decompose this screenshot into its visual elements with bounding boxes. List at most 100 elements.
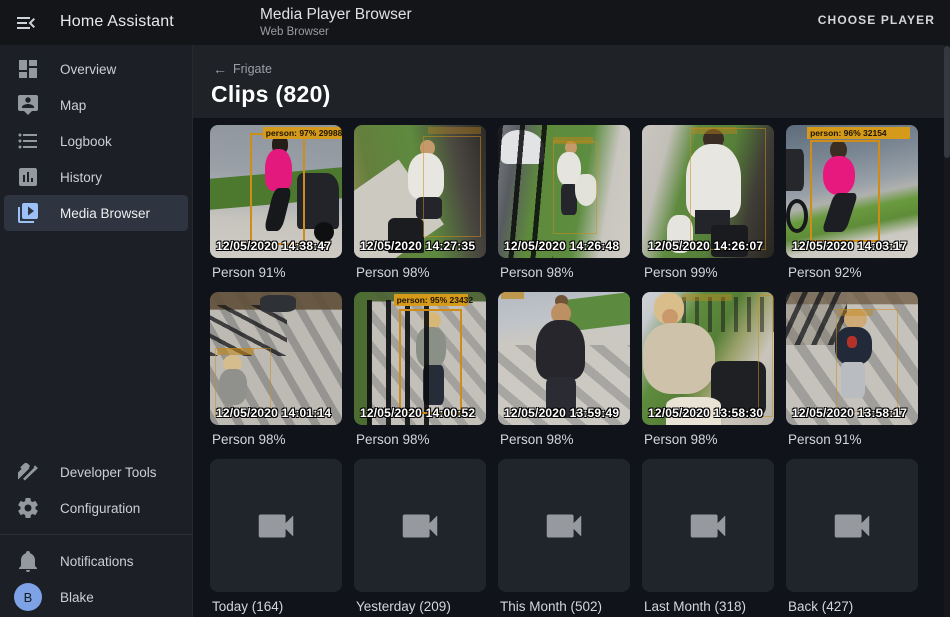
sidebar: Overview Map Logbook History Media Brows…	[0, 45, 193, 617]
clip-thumbnail[interactable]: 12/05/2020 14:26:48	[498, 125, 630, 258]
folder-yesterday[interactable]	[354, 459, 486, 592]
folder-row: Today (164) Yesterday (209) This Month (…	[210, 459, 918, 617]
bell-icon	[16, 549, 40, 573]
chart-icon	[16, 165, 40, 189]
clips-grid: person: 97% 29988 12/05/2020 14:38:47 Pe…	[193, 118, 950, 617]
clip-card: 12/05/2020 14:01:14 Person 98%	[210, 292, 342, 459]
clip-timestamp: 12/05/2020 14:03:17	[792, 239, 907, 253]
clip-thumbnail[interactable]: 12/05/2020 13:59:49	[498, 292, 630, 425]
folder-today[interactable]	[210, 459, 342, 592]
choose-player-button[interactable]: CHOOSE PLAYER	[818, 13, 935, 27]
app-title: Home Assistant	[60, 13, 174, 31]
clip-thumbnail[interactable]: 12/05/2020 13:58:17	[786, 292, 918, 425]
sidebar-item-map[interactable]: Map	[4, 87, 188, 123]
clip-thumbnail[interactable]: person: 97% 29988 12/05/2020 14:38:47	[210, 125, 342, 258]
folder-label: Yesterday (209)	[356, 599, 486, 617]
clip-thumbnail[interactable]: 12/05/2020 13:58:30	[642, 292, 774, 425]
clip-card: person: 95% 23432 12/05/2020 14:00:52 Pe…	[354, 292, 486, 459]
content-header: ← Frigate Clips (820)	[193, 45, 950, 118]
folder-label: Today (164)	[212, 599, 342, 617]
list-icon	[16, 129, 40, 153]
clip-timestamp: 12/05/2020 13:58:30	[648, 406, 763, 420]
folder-card: This Month (502)	[498, 459, 630, 617]
sidebar-item-notifications[interactable]: Notifications	[4, 543, 188, 579]
clip-card: 12/05/2020 13:59:49 Person 98%	[498, 292, 630, 459]
detection-label: person: 97% 29988	[263, 127, 342, 139]
clip-caption: Person 99%	[644, 265, 774, 284]
scrollbar[interactable]	[944, 45, 950, 617]
clip-card: 12/05/2020 13:58:17 Person 91%	[786, 292, 918, 459]
sidebar-item-logbook[interactable]: Logbook	[4, 123, 188, 159]
back-arrow-icon: ←	[213, 62, 227, 76]
page-title: Clips (820)	[211, 81, 331, 108]
clip-timestamp: 12/05/2020 14:27:35	[360, 239, 475, 253]
video-camera-icon	[829, 503, 875, 549]
sidebar-item-user[interactable]: B Blake	[4, 579, 188, 615]
detection-label: person: 96% 32154	[807, 127, 910, 139]
folder-card: Back (427)	[786, 459, 918, 617]
clip-thumbnail[interactable]: 12/05/2020 14:26:07	[642, 125, 774, 258]
clip-card: 12/05/2020 14:26:07 Person 99%	[642, 125, 774, 292]
clip-caption: Person 92%	[788, 265, 918, 284]
clip-timestamp: 12/05/2020 13:58:17	[792, 406, 907, 420]
clip-thumbnail[interactable]: 12/05/2020 14:27:35	[354, 125, 486, 258]
video-camera-icon	[541, 503, 587, 549]
dashboard-icon	[16, 57, 40, 81]
clip-timestamp: 12/05/2020 14:26:07	[648, 239, 763, 253]
folder-card: Yesterday (209)	[354, 459, 486, 617]
sidebar-item-history[interactable]: History	[4, 159, 188, 195]
clip-timestamp: 12/05/2020 14:00:52	[360, 406, 475, 420]
clip-row-1: person: 97% 29988 12/05/2020 14:38:47 Pe…	[210, 125, 918, 292]
clip-thumbnail[interactable]: person: 95% 23432 12/05/2020 14:00:52	[354, 292, 486, 425]
folder-card: Last Month (318)	[642, 459, 774, 617]
detection-label: person: 95% 23432	[394, 294, 468, 306]
clip-caption: Person 91%	[788, 432, 918, 451]
clip-timestamp: 12/05/2020 13:59:49	[504, 406, 619, 420]
video-camera-icon	[253, 503, 299, 549]
map-account-icon	[16, 93, 40, 117]
folder-last-month[interactable]	[642, 459, 774, 592]
app-header: Home Assistant Media Player Browser Web …	[0, 0, 950, 45]
sidebar-divider	[0, 534, 192, 535]
folder-card: Today (164)	[210, 459, 342, 617]
sidebar-item-overview[interactable]: Overview	[4, 51, 188, 87]
folder-label: This Month (502)	[500, 599, 630, 617]
sidebar-item-developer-tools[interactable]: Developer Tools	[4, 454, 188, 490]
page-header-title: Media Player Browser	[260, 6, 412, 24]
hammer-icon	[16, 460, 40, 484]
user-avatar: B	[14, 583, 42, 611]
scrollbar-thumb[interactable]	[944, 46, 950, 158]
clip-card: 12/05/2020 14:27:35 Person 98%	[354, 125, 486, 292]
gear-icon	[16, 496, 40, 520]
clip-caption: Person 91%	[212, 265, 342, 284]
clip-timestamp: 12/05/2020 14:38:47	[216, 239, 331, 253]
home-assistant-window: Home Assistant Media Player Browser Web …	[0, 0, 950, 617]
play-box-multiple-icon	[16, 201, 40, 225]
folder-label: Last Month (318)	[644, 599, 774, 617]
folder-label: Back (427)	[788, 599, 918, 617]
sidebar-item-configuration[interactable]: Configuration	[4, 490, 188, 526]
clip-thumbnail[interactable]: 12/05/2020 14:01:14	[210, 292, 342, 425]
clip-timestamp: 12/05/2020 14:26:48	[504, 239, 619, 253]
clip-card: 12/05/2020 14:26:48 Person 98%	[498, 125, 630, 292]
clip-timestamp: 12/05/2020 14:01:14	[216, 406, 331, 420]
clip-caption: Person 98%	[356, 432, 486, 451]
clip-card: person: 96% 32154 12/05/2020 14:03:17 Pe…	[786, 125, 918, 292]
clip-caption: Person 98%	[500, 432, 630, 451]
clip-caption: Person 98%	[356, 265, 486, 284]
clip-row-2: 12/05/2020 14:01:14 Person 98% person: 9…	[210, 292, 918, 459]
folder-this-month[interactable]	[498, 459, 630, 592]
video-camera-icon	[397, 503, 443, 549]
video-camera-icon	[685, 503, 731, 549]
clip-thumbnail[interactable]: person: 96% 32154 12/05/2020 14:03:17	[786, 125, 918, 258]
page-header-subtitle: Web Browser	[260, 26, 412, 38]
clip-caption: Person 98%	[500, 265, 630, 284]
clip-caption: Person 98%	[212, 432, 342, 451]
sidebar-toggle-icon[interactable]	[14, 11, 38, 35]
clip-card: 12/05/2020 13:58:30 Person 98%	[642, 292, 774, 459]
clip-card: person: 97% 29988 12/05/2020 14:38:47 Pe…	[210, 125, 342, 292]
folder-back[interactable]	[786, 459, 918, 592]
back-to-frigate-link[interactable]: ← Frigate	[213, 62, 272, 76]
sidebar-item-media-browser[interactable]: Media Browser	[4, 195, 188, 231]
clip-caption: Person 98%	[644, 432, 774, 451]
